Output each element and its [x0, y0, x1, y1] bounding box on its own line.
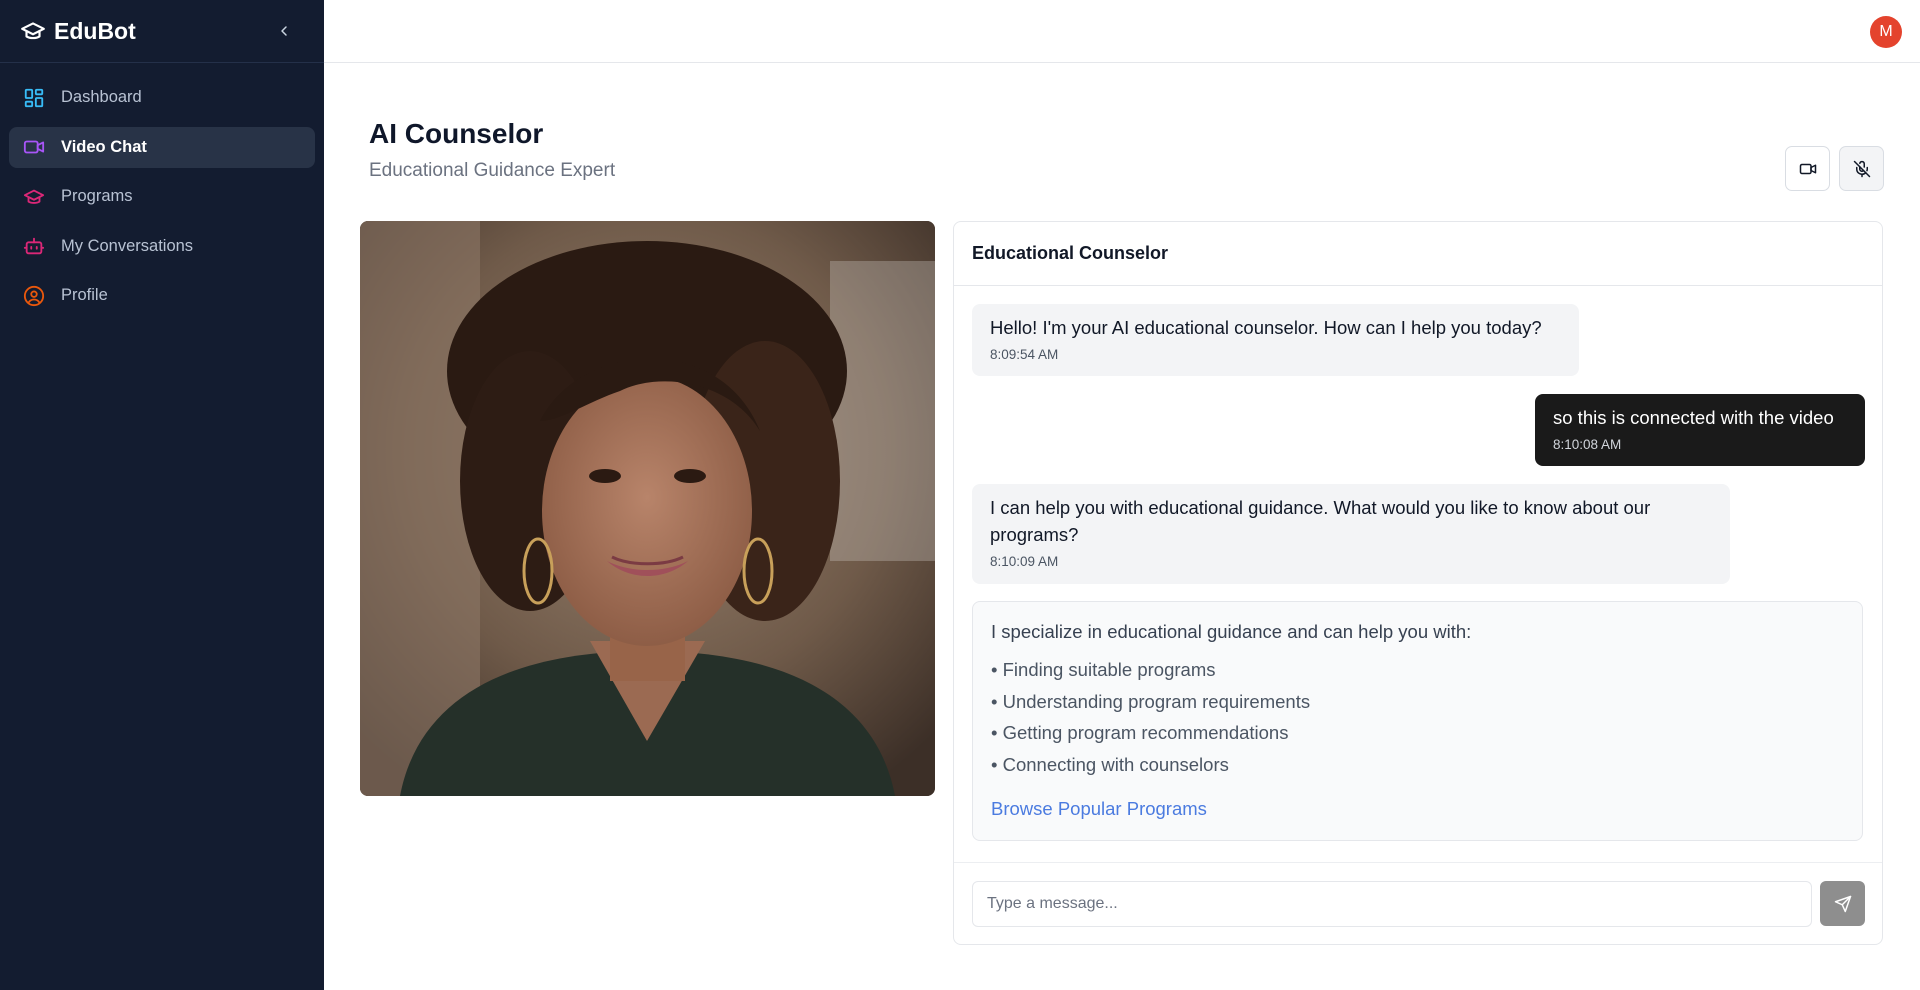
mic-off-icon: [1853, 160, 1870, 177]
user-circle-icon: [23, 285, 45, 307]
sidebar-nav: Dashboard Video Chat Programs My Convers…: [0, 63, 324, 316]
message-input[interactable]: [972, 881, 1812, 927]
sidebar-item-label: Programs: [61, 187, 133, 205]
topbar: M: [324, 0, 1920, 63]
app-name: EduBot: [54, 17, 136, 44]
graduation-cap-icon: [23, 186, 45, 208]
page-subtitle: Educational Guidance Expert: [369, 160, 616, 181]
message-time: 8:09:54 AM: [990, 347, 1059, 362]
counselor-video-image: [360, 221, 935, 796]
message-composer: [954, 862, 1882, 944]
chevron-left-icon: [281, 26, 287, 36]
message-bot: I can help you with educational guidance…: [972, 484, 1730, 584]
page-title: AI Counselor: [369, 118, 544, 149]
message-text: so this is connected with the video: [1553, 407, 1834, 428]
collapse-sidebar-button[interactable]: [270, 17, 298, 45]
message-user: so this is connected with the video 8:10…: [1535, 394, 1865, 466]
brand: EduBot: [0, 0, 324, 63]
message-text: I can help you with educational guidance…: [990, 497, 1651, 545]
bot-icon: [23, 235, 45, 257]
chat-title: Educational Counselor: [954, 222, 1882, 286]
toggle-video-button[interactable]: [1785, 146, 1830, 191]
sidebar-item-profile[interactable]: Profile: [9, 275, 315, 316]
dashboard-icon: [23, 87, 45, 109]
capability-item: • Understanding program requirements: [991, 690, 1311, 712]
send-icon: [1834, 895, 1851, 912]
toggle-mic-button[interactable]: [1839, 146, 1884, 191]
capabilities-card: I specialize in educational guidance and…: [972, 601, 1863, 841]
video-feed: [360, 221, 935, 796]
capability-item: • Finding suitable programs: [991, 659, 1216, 680]
send-button[interactable]: [1820, 881, 1865, 926]
sidebar-item-label: My Conversations: [61, 236, 194, 255]
sidebar-item-label: Dashboard: [61, 88, 142, 106]
capabilities-intro: I specialize in educational guidance and…: [991, 621, 1472, 642]
message-time: 8:10:09 AM: [990, 554, 1059, 569]
video-icon: [1799, 163, 1816, 174]
capability-item: • Connecting with counselors: [991, 753, 1229, 775]
chat-panel: Educational Counselor Hello! I'm your AI…: [953, 221, 1883, 945]
sidebar-item-programs[interactable]: Programs: [9, 176, 315, 217]
capability-item: • Getting program recommendations: [991, 722, 1289, 743]
sidebar: EduBot Dashboard Video Chat Programs My …: [0, 0, 324, 990]
sidebar-item-dashboard[interactable]: Dashboard: [9, 77, 315, 118]
sidebar-item-my-conversations[interactable]: My Conversations: [9, 226, 315, 267]
video-icon: [23, 136, 45, 158]
browse-popular-programs-link[interactable]: Browse Popular Programs: [991, 798, 1207, 820]
graduation-cap-icon: [20, 18, 46, 44]
avatar[interactable]: M: [1870, 16, 1902, 48]
sidebar-item-label: Profile: [61, 286, 108, 304]
sidebar-item-label: Video Chat: [61, 137, 147, 156]
sidebar-item-video-chat[interactable]: Video Chat: [9, 126, 315, 168]
message-text: Hello! I'm your AI educational counselor…: [990, 317, 1542, 338]
message-time: 8:10:08 AM: [1553, 437, 1622, 452]
message-bot: Hello! I'm your AI educational counselor…: [972, 304, 1579, 376]
